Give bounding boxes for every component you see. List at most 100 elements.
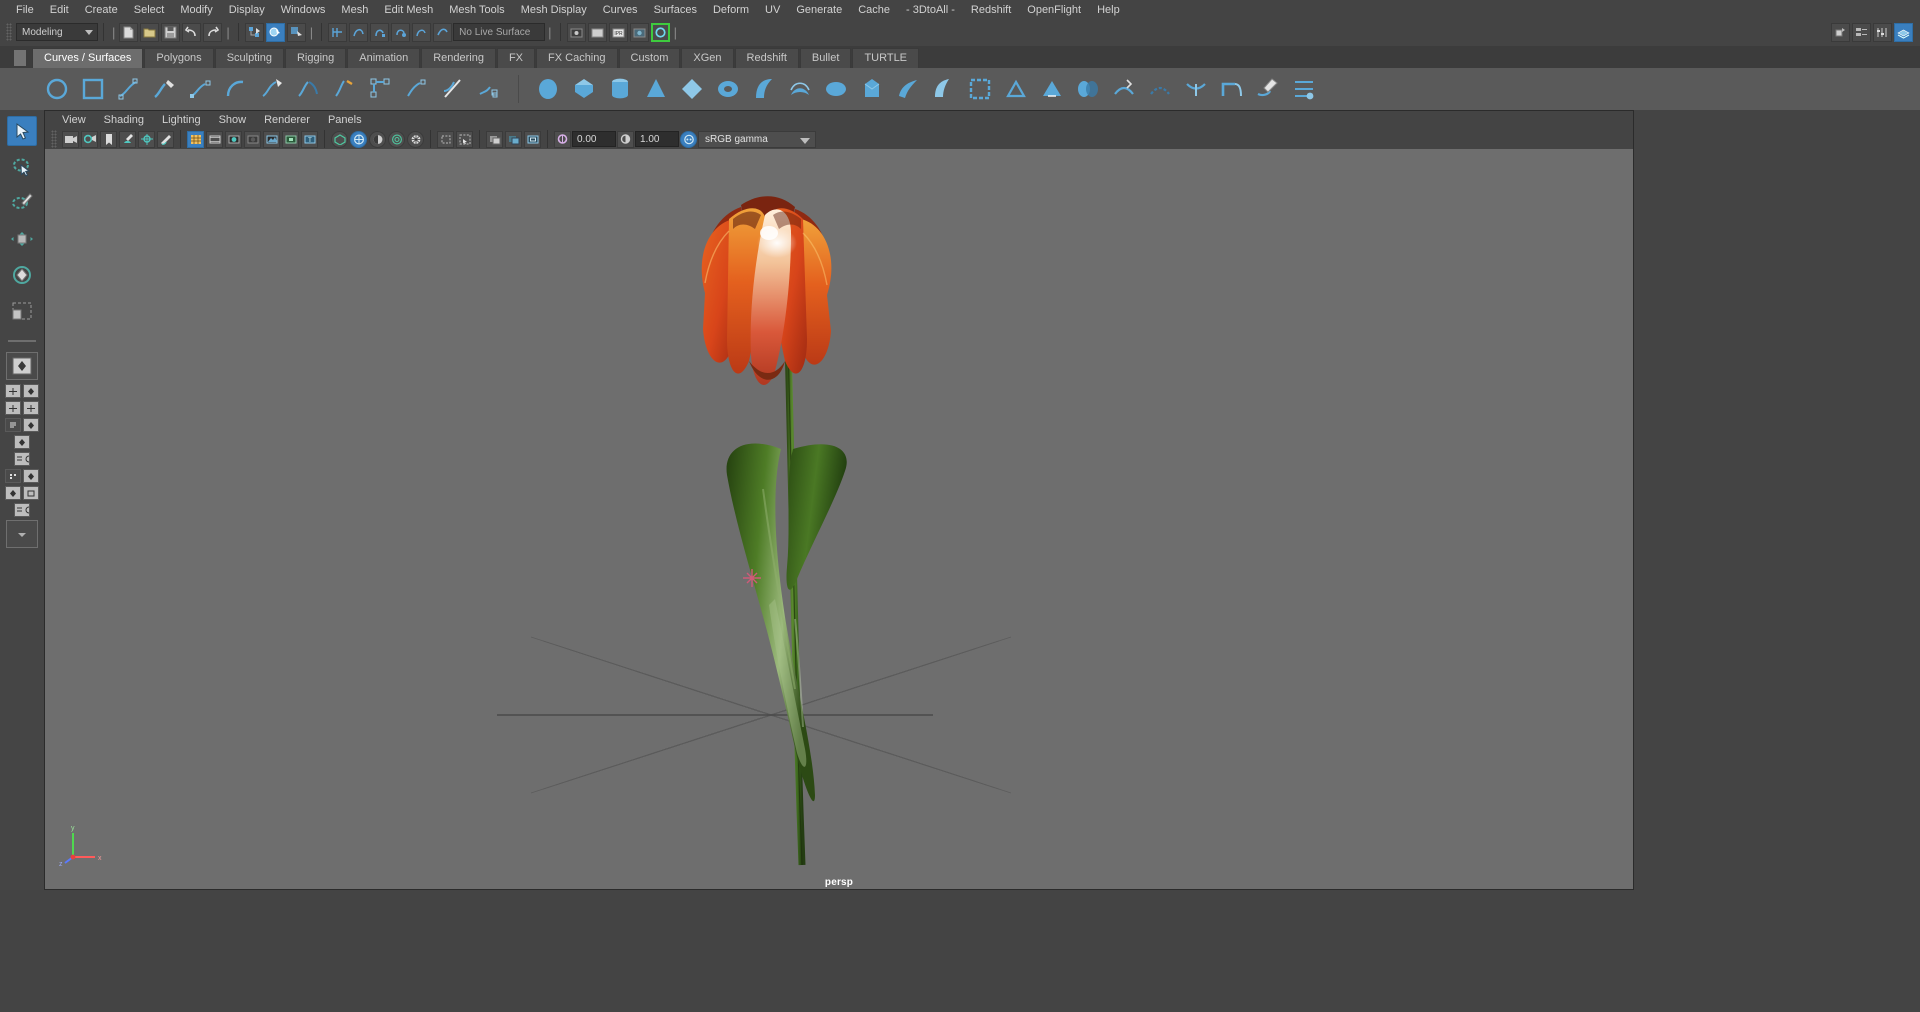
surface-fillet-icon[interactable]: [1217, 74, 1247, 104]
film-gate-icon[interactable]: [505, 130, 522, 148]
shelf-tab-polygons[interactable]: Polygons: [144, 48, 214, 68]
ep-curve-tool-icon[interactable]: [114, 74, 144, 104]
four-view-layout[interactable]: [5, 384, 39, 398]
birail-icon[interactable]: [893, 74, 923, 104]
nurbs-cube-icon[interactable]: [569, 74, 599, 104]
hypershade-persp-layout[interactable]: [14, 452, 30, 466]
render-current-frame-icon[interactable]: [566, 22, 586, 42]
persp-render-layout[interactable]: [5, 469, 39, 483]
motion-blur-icon[interactable]: [437, 130, 454, 148]
menu-mesh-tools[interactable]: Mesh Tools: [441, 1, 512, 19]
save-scene-icon[interactable]: [161, 22, 181, 42]
live-surface-field[interactable]: No Live Surface: [453, 23, 546, 41]
shelf-tab-sculpting[interactable]: Sculpting: [214, 48, 284, 68]
backface-culling-icon[interactable]: [369, 130, 386, 148]
revolve-icon[interactable]: [749, 74, 779, 104]
status-line-grip[interactable]: [6, 23, 12, 41]
boundary-icon[interactable]: [929, 74, 959, 104]
insert-knot-icon[interactable]: [366, 74, 396, 104]
loft-icon[interactable]: [785, 74, 815, 104]
untrim-surfaces-icon[interactable]: [1145, 74, 1175, 104]
bezier-curve-tool-icon[interactable]: [186, 74, 216, 104]
four-view-layout-b[interactable]: [5, 401, 39, 415]
nurbs-square-icon[interactable]: [78, 74, 108, 104]
two-sided-lighting-icon[interactable]: [138, 130, 155, 148]
menu-surfaces[interactable]: Surfaces: [646, 1, 705, 19]
layout-cell[interactable]: [5, 418, 21, 432]
pencil-curve-tool-icon[interactable]: [150, 74, 180, 104]
show-manipulator-icon[interactable]: [1831, 22, 1850, 42]
persp-outliner-layout[interactable]: [5, 418, 39, 432]
layout-cell[interactable]: [23, 418, 39, 432]
menu-cache[interactable]: Cache: [850, 1, 898, 19]
layout-cell[interactable]: [5, 401, 21, 415]
shelf-tab-bullet[interactable]: Bullet: [799, 48, 852, 68]
shelf-tab-xgen[interactable]: XGen: [681, 48, 734, 68]
shelf-tab-redshift[interactable]: Redshift: [734, 48, 799, 68]
offset-curve-icon[interactable]: [438, 74, 468, 104]
menu-mesh[interactable]: Mesh: [333, 1, 376, 19]
intersect-surfaces-icon[interactable]: [1073, 74, 1103, 104]
collapse-marker[interactable]: |: [310, 25, 313, 40]
layout-cell[interactable]: [5, 384, 21, 398]
two-pane-stacked-layout[interactable]: [5, 486, 39, 500]
exposure-icon[interactable]: [554, 130, 571, 148]
modeling-toolkit-icon[interactable]: [1894, 22, 1913, 42]
bookmark-icon[interactable]: [81, 130, 98, 148]
layout-cell[interactable]: [5, 486, 21, 500]
shelf-tab-custom[interactable]: Custom: [618, 48, 681, 68]
menu-create[interactable]: Create: [77, 1, 126, 19]
shelf-tab-fx-caching[interactable]: FX Caching: [536, 48, 618, 68]
layout-cell[interactable]: [14, 435, 30, 449]
render-view-icon[interactable]: [650, 22, 670, 42]
layout-cell[interactable]: [5, 469, 21, 483]
scale-tool-button[interactable]: [7, 296, 37, 326]
collapse-marker[interactable]: |: [112, 25, 115, 40]
perspective-viewport-panel[interactable]: View Shading Lighting Show Renderer Panels T: [44, 110, 1634, 890]
viewport-menu-panels[interactable]: Panels: [319, 113, 371, 127]
bevel-icon[interactable]: [1001, 74, 1031, 104]
open-scene-icon[interactable]: [140, 22, 160, 42]
exposure-field[interactable]: 0.00: [572, 131, 616, 147]
menu-3dtoall[interactable]: - 3DtoAll -: [898, 1, 963, 19]
image-plane-icon[interactable]: [100, 130, 117, 148]
menu-help[interactable]: Help: [1089, 1, 1128, 19]
smooth-shade-all-icon[interactable]: [206, 130, 223, 148]
detach-curves-icon[interactable]: [330, 74, 360, 104]
gamma-icon[interactable]: [617, 130, 634, 148]
isolate-select-icon[interactable]: [456, 130, 473, 148]
extend-curve-icon[interactable]: [402, 74, 432, 104]
curve-edit-tool-icon[interactable]: [258, 74, 288, 104]
project-curve-icon[interactable]: [1181, 74, 1211, 104]
layout-extra-row[interactable]: [14, 503, 30, 517]
view-transform-selector[interactable]: sRGB gamma: [698, 130, 816, 148]
shelf-tab-curves-surfaces[interactable]: Curves / Surfaces: [32, 48, 144, 68]
menu-modify[interactable]: Modify: [172, 1, 220, 19]
layout-cell[interactable]: [23, 401, 39, 415]
aa-icon[interactable]: [407, 130, 424, 148]
viewport-toolbar-grip[interactable]: [51, 130, 57, 148]
nurbs-cylinder-icon[interactable]: [605, 74, 635, 104]
menu-uv[interactable]: UV: [757, 1, 788, 19]
rebuild-curve-icon[interactable]: [474, 74, 504, 104]
layout-cell[interactable]: [14, 452, 30, 466]
menu-generate[interactable]: Generate: [788, 1, 850, 19]
view-transform-icon[interactable]: [680, 130, 697, 148]
menu-openflight[interactable]: OpenFlight: [1019, 1, 1089, 19]
menu-edit-mesh[interactable]: Edit Mesh: [376, 1, 441, 19]
xray-icon[interactable]: [263, 130, 280, 148]
collapse-marker[interactable]: |: [548, 25, 551, 40]
menu-select[interactable]: Select: [126, 1, 173, 19]
layout-cell[interactable]: [23, 384, 39, 398]
snap-to-curve-icon[interactable]: [349, 22, 369, 42]
shelf-tab-animation[interactable]: Animation: [347, 48, 421, 68]
lights-icon[interactable]: [119, 130, 136, 148]
layout-dropdown-button[interactable]: [6, 520, 38, 548]
snap-to-view-plane-icon[interactable]: [412, 22, 432, 42]
viewport-menu-shading[interactable]: Shading: [95, 113, 153, 127]
menu-deform[interactable]: Deform: [705, 1, 757, 19]
select-tool-button[interactable]: [7, 116, 37, 146]
viewport-menu-show[interactable]: Show: [210, 113, 256, 127]
menu-edit[interactable]: Edit: [42, 1, 77, 19]
layout-cell[interactable]: [14, 503, 30, 517]
